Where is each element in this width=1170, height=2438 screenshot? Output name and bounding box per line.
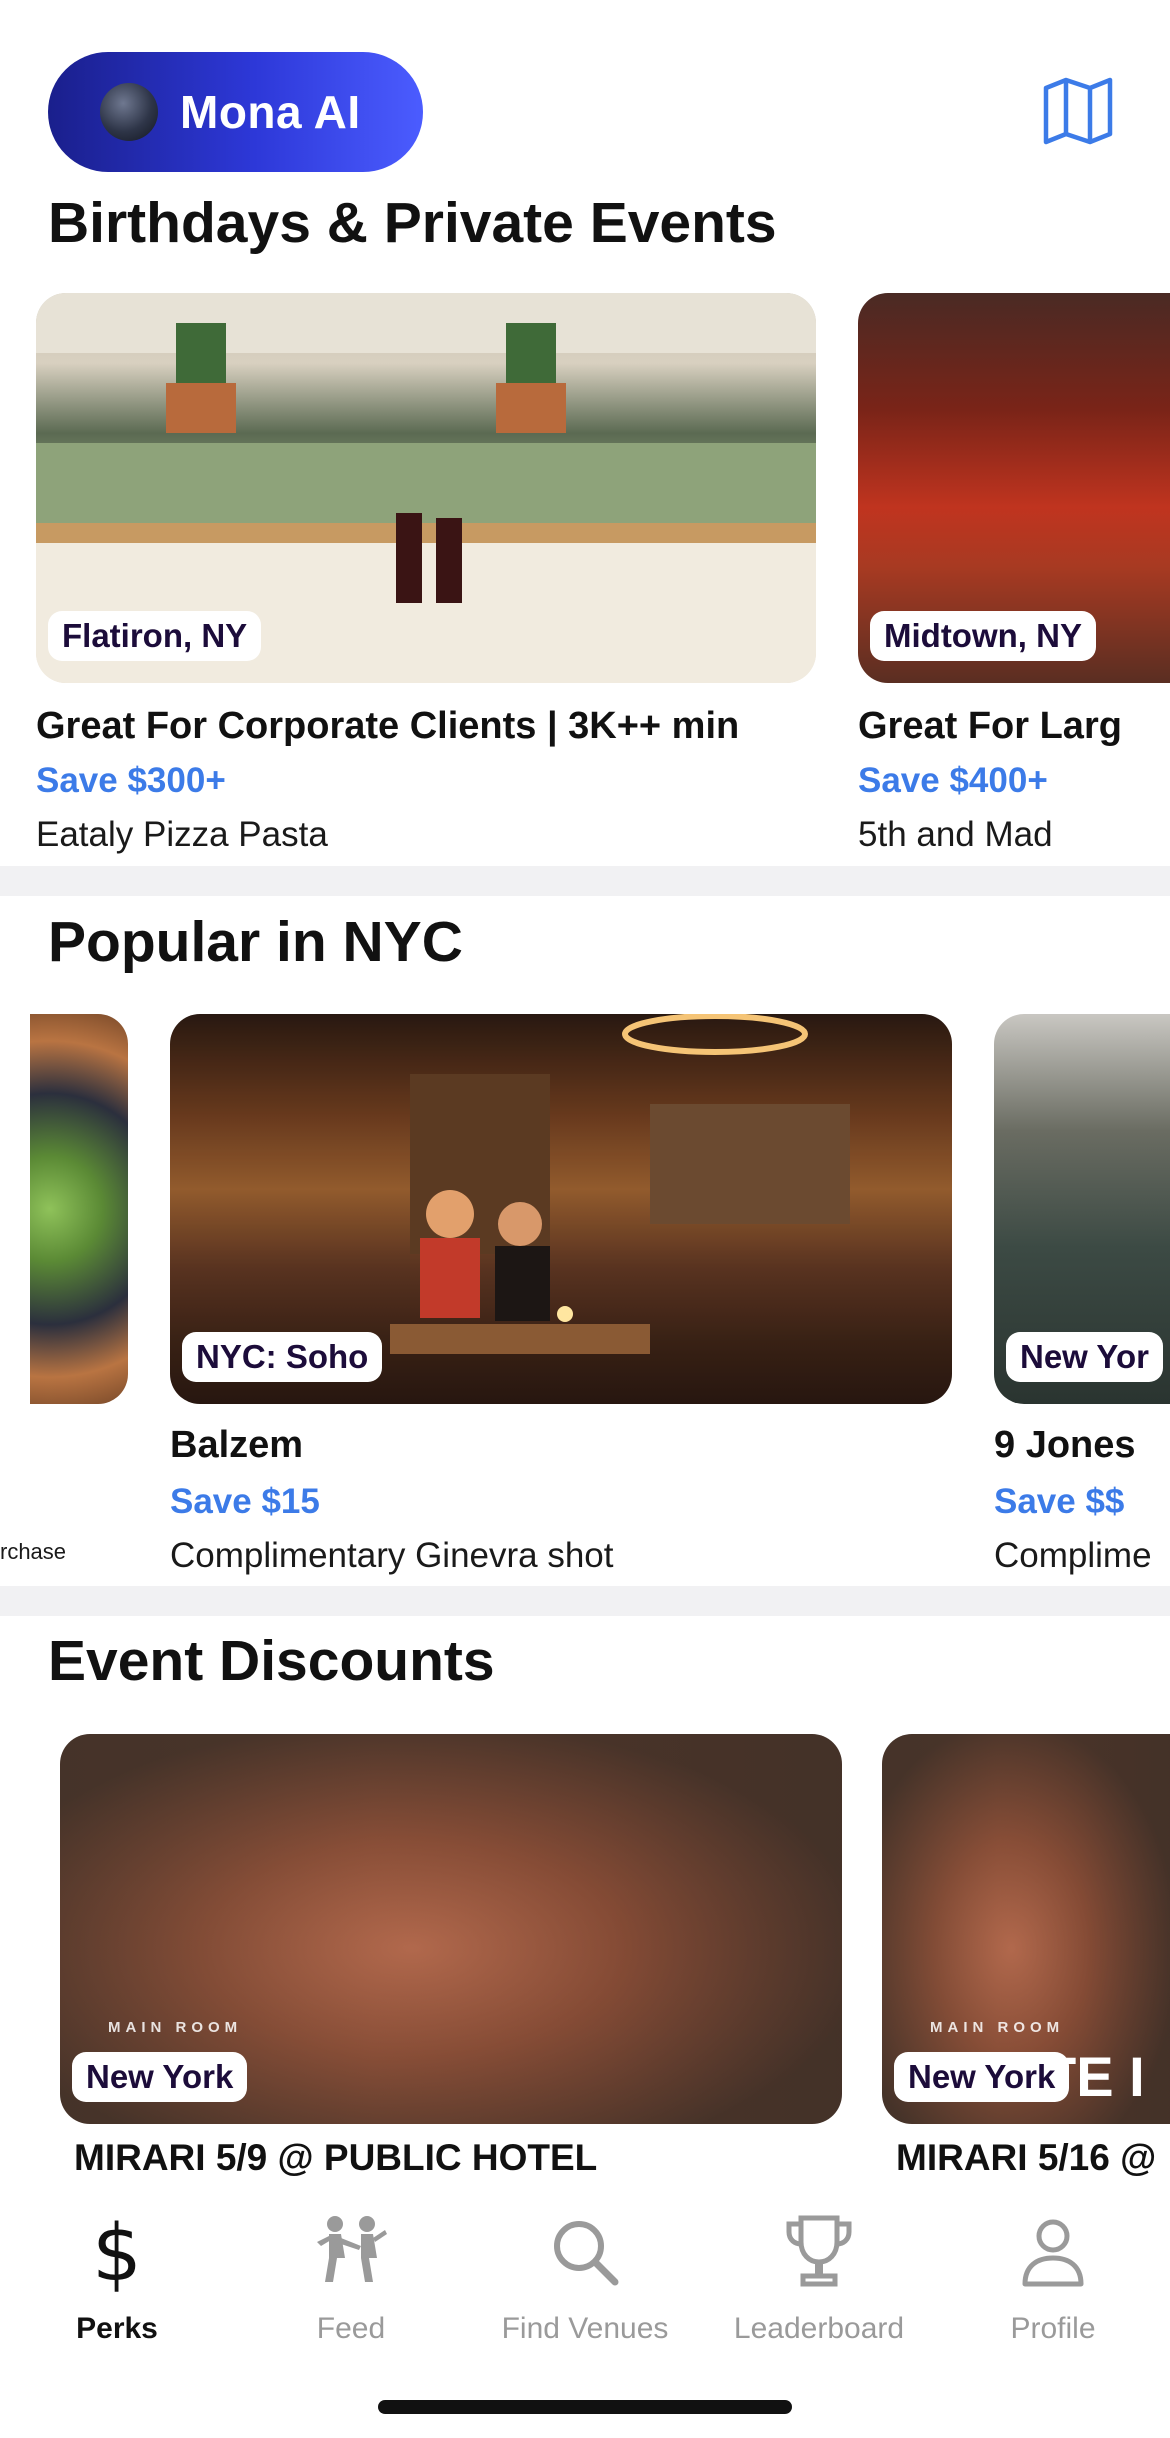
card-title: MIRARI 5/9 @ PUBLIC HOTEL (74, 2137, 598, 2178)
profile-icon (1022, 2219, 1084, 2287)
tab-label: Profile (1010, 2312, 1096, 2345)
venue-card[interactable]: Midtown, NY Great For Larg Save $400+ 5t… (858, 293, 1170, 854)
card-title: MIRARI 5/16 @ (896, 2137, 1157, 2178)
location-badge: NYC: Soho (182, 1332, 383, 1382)
tab-leaderboard[interactable]: Leaderboard (702, 2208, 936, 2358)
search-icon (554, 2221, 619, 2286)
card-title: Balzem (170, 1424, 304, 1466)
section-popular: Popular in NYC rchase NYC: Soho Balzem S… (0, 896, 1170, 1586)
location-badge: New Yor (1006, 1332, 1163, 1382)
venue-image: Flatiron, NY (36, 293, 816, 683)
card-save: Save $$ (994, 1482, 1125, 1521)
header: Mona AI (0, 0, 1170, 185)
card-subtitle: Complime (994, 1536, 1152, 1575)
card-subtitle: Complimentary Ginevra shot (170, 1536, 614, 1575)
location-badge: Midtown, NY (870, 611, 1096, 661)
card-subtitle: 5th and Mad (858, 815, 1053, 854)
tab-label: Feed (316, 2312, 386, 2345)
card-title: Great For Larg (858, 705, 1122, 747)
location-badge: New York (894, 2052, 1070, 2102)
section-divider (0, 1586, 1170, 1616)
event-image: MAIN ROOM TE I New York (882, 1734, 1170, 2124)
card-title: Great For Corporate Clients | 3K++ min (36, 705, 740, 747)
card-save: Save $15 (170, 1482, 320, 1521)
tab-bar: $ Perks Feed Find Venues Leaderboard Pro… (0, 2178, 1170, 2438)
event-overlay-small: MAIN ROOM (108, 2019, 243, 2036)
tab-feed[interactable]: Feed (234, 2208, 468, 2358)
section-events: Event Discounts MAIN ROOM I New York MIR… (0, 1616, 1170, 2178)
svg-text:$: $ (92, 2212, 142, 2292)
location-badge: New York (72, 2052, 248, 2102)
tab-profile[interactable]: Profile (936, 2208, 1170, 2358)
tab-label: Find Venues (501, 2312, 669, 2345)
card-save: Save $400+ (858, 761, 1048, 800)
card-subtitle: Eataly Pizza Pasta (36, 815, 328, 854)
section-birthdays: Birthdays & Private Events Flatiron, NY … (0, 185, 1170, 865)
venue-card[interactable]: NYC: Soho Balzem Save $15 Complimentary … (170, 1014, 952, 1575)
dollar-icon: $ (92, 2212, 142, 2292)
tab-label: Perks (76, 2312, 158, 2345)
card-save: Save $300+ (36, 761, 226, 800)
venue-image: NYC: Soho (170, 1014, 952, 1404)
mona-ai-label: Mona AI (180, 86, 361, 138)
card-title: 9 Jones (994, 1424, 1136, 1466)
event-card[interactable]: MAIN ROOM I New York MIRARI 5/9 @ PUBLIC… (60, 1734, 842, 2178)
home-indicator[interactable] (378, 2400, 792, 2414)
dancing-people-icon (317, 2216, 387, 2282)
venue-image: Midtown, NY (858, 293, 1170, 683)
event-overlay-small: MAIN ROOM (930, 2019, 1065, 2036)
section-title: Popular in NYC (48, 910, 463, 974)
trophy-icon (786, 2215, 852, 2287)
mona-ai-button[interactable]: Mona AI (48, 52, 423, 172)
tab-label: Leaderboard (733, 2312, 905, 2345)
card-subtitle: rchase (0, 1539, 67, 1564)
venue-image: New Yor (994, 1014, 1170, 1404)
tab-find-venues[interactable]: Find Venues (468, 2208, 702, 2358)
section-title: Event Discounts (48, 1629, 495, 1693)
location-badge: Flatiron, NY (48, 611, 262, 661)
tab-perks[interactable]: $ Perks (0, 2208, 234, 2358)
venue-card[interactable]: Flatiron, NY Great For Corporate Clients… (36, 293, 816, 854)
moon-avatar-icon (100, 83, 158, 141)
venue-image (30, 1014, 128, 1404)
venue-card[interactable]: New Yor 9 Jones Save $$ Complime (994, 1014, 1170, 1575)
section-divider (0, 866, 1170, 896)
section-title: Birthdays & Private Events (48, 191, 777, 255)
venue-card[interactable]: rchase (0, 1014, 130, 1574)
event-image: MAIN ROOM I New York (60, 1734, 842, 2124)
map-icon[interactable] (1042, 76, 1114, 146)
event-card[interactable]: MAIN ROOM TE I New York MIRARI 5/16 @ (882, 1734, 1170, 2178)
